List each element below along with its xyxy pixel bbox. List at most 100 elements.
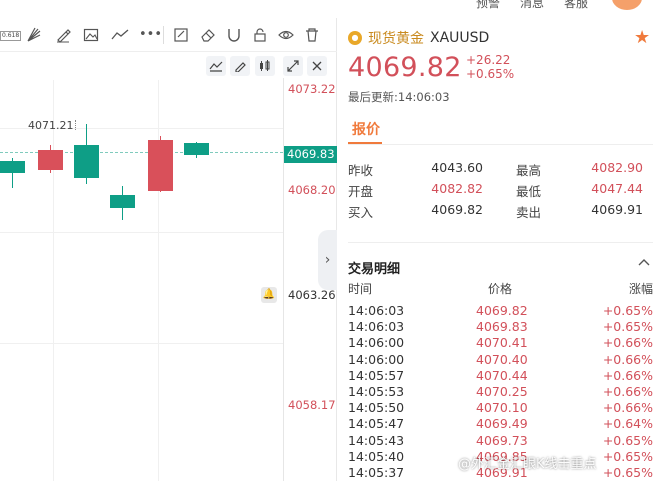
fan-tool-icon[interactable] (26, 27, 42, 43)
stat-row: 昨收 4043.60 最高 4082.90 (348, 158, 653, 179)
indicator-icon[interactable] (206, 56, 226, 76)
line-chart-icon[interactable] (111, 27, 129, 43)
last-price-tag: 4069.83 (284, 146, 337, 163)
trade-row: 14:06:03 4069.82 +0.65% (348, 303, 653, 319)
stat-label: 最高 (516, 163, 542, 178)
stat-label: 最低 (516, 184, 542, 199)
image-icon[interactable] (83, 27, 99, 43)
change-value: +26.22 (466, 53, 511, 67)
trade-chg: +0.65% (602, 319, 653, 335)
trades-header: 时间 价格 涨幅 (348, 280, 653, 296)
tab-divider (348, 144, 653, 145)
trade-row: 14:05:50 4070.10 +0.66% (348, 400, 653, 416)
axis-label-1: 4073.22 (288, 82, 336, 96)
trash-icon[interactable] (304, 27, 320, 43)
grid-line (0, 232, 283, 233)
trade-price: 4069.73 (476, 432, 528, 448)
trade-time: 14:06:00 (348, 335, 405, 351)
header-change: 涨幅 (628, 282, 653, 296)
trade-price: 4070.40 (476, 351, 528, 367)
trade-row: 14:06:03 4069.83 +0.65% (348, 319, 653, 335)
trade-time: 14:05:37 (348, 464, 405, 480)
trade-price: 4069.82 (476, 303, 528, 318)
grid-line (0, 343, 283, 344)
trade-chg: +0.66% (602, 400, 653, 416)
price-change: +26.22 +0.65% (466, 53, 514, 81)
fib-retracement-tool[interactable]: 0.618 (0, 31, 22, 41)
nav-item-forecast[interactable]: 预警 (476, 0, 500, 11)
trade-row: 14:05:43 4069.73 +0.65% (348, 433, 653, 449)
stat-value: 4082.82 (431, 181, 483, 196)
stat-value: 4069.82 (431, 202, 483, 217)
note-icon[interactable] (173, 27, 189, 43)
candle-type-icon[interactable] (255, 56, 275, 76)
candle-5-body (148, 140, 173, 191)
trade-time: 14:06:03 (348, 303, 405, 318)
trade-time: 14:06:00 (348, 351, 405, 367)
quote-stats: 昨收 4043.60 最高 4082.90 开盘 4082.82 最低 4047… (348, 158, 653, 221)
header-time: 时间 (348, 282, 373, 296)
tab-quote[interactable]: 报价 (352, 119, 380, 139)
trade-time: 14:05:40 (348, 448, 405, 464)
favorite-star-icon[interactable]: ★ (634, 27, 650, 48)
change-percent: +0.65% (466, 67, 515, 81)
trade-row: 14:05:47 4069.49 +0.64% (348, 416, 653, 432)
trade-chg: +0.66% (602, 351, 653, 367)
trade-chg: +0.64% (602, 416, 653, 432)
trade-chg: +0.65% (602, 303, 653, 318)
stat-value: 4069.91 (591, 202, 643, 217)
magnet-icon[interactable] (226, 27, 242, 43)
candle-2-body (38, 150, 63, 170)
draw-pen-icon[interactable] (230, 56, 250, 76)
collapse-chevron-up-icon[interactable] (638, 256, 650, 270)
trade-row: 14:06:00 4070.40 +0.66% (348, 352, 653, 368)
nav-item-news[interactable]: 消息 (520, 0, 544, 11)
trade-chg: +0.66% (602, 335, 653, 351)
trade-price: 4070.41 (476, 335, 528, 351)
trade-chg: +0.65% (602, 448, 653, 464)
expand-icon[interactable] (283, 56, 303, 76)
expand-panel-chevron-icon[interactable]: › (318, 230, 337, 290)
symbol-code: XAUUSD (430, 30, 490, 46)
header-price: 价格 (488, 282, 513, 296)
chart-panel: 0.618 ••• 4071.21 🔔 4073.22 4069.83 4068… (0, 18, 337, 481)
trade-price: 4069.49 (476, 416, 528, 432)
trades-title: 交易明细 (348, 262, 401, 277)
stat-value: 4082.90 (591, 160, 643, 175)
trade-chg: +0.66% (602, 383, 653, 399)
brush-icon[interactable] (55, 27, 71, 43)
nav-item-service[interactable]: 客服 (564, 0, 588, 11)
candle-3-body (74, 145, 99, 178)
axis-label-4: 4058.17 (288, 398, 336, 412)
more-icon[interactable]: ••• (139, 27, 162, 43)
lock-icon[interactable] (252, 27, 268, 43)
current-price: 4069.82 (348, 52, 462, 83)
stat-row: 开盘 4082.82 最低 4047.44 (348, 179, 653, 200)
close-icon[interactable] (307, 56, 327, 76)
trade-row: 14:06:00 4070.41 +0.66% (348, 335, 653, 351)
trade-price: 4070.44 (476, 367, 528, 383)
last-updated: 最后更新:14:06:03 (348, 90, 450, 104)
symbol-name: 现货黄金 (368, 31, 424, 47)
stat-label: 卖出 (516, 205, 542, 220)
stat-row: 买入 4069.82 卖出 4069.91 (348, 200, 653, 221)
trade-chg: +0.66% (602, 367, 653, 383)
stat-value: 4043.60 (431, 160, 483, 175)
avatar[interactable] (612, 0, 642, 10)
candle-6-body (184, 143, 209, 155)
trade-price: 4069.83 (476, 319, 528, 335)
eye-icon[interactable] (278, 27, 294, 43)
candle-4-body (110, 195, 135, 208)
eraser-icon[interactable] (200, 27, 216, 43)
trade-price: 4070.10 (476, 400, 528, 416)
gold-coin-icon: ● (348, 31, 362, 45)
trade-chg: +0.65% (602, 432, 653, 448)
candlestick-chart[interactable]: 4071.21 (0, 80, 283, 481)
axis-label-2: 4068.20 (288, 183, 336, 197)
alert-bell-icon[interactable]: 🔔 (261, 287, 277, 303)
toolbar-divider (163, 26, 164, 44)
stat-label: 昨收 (348, 163, 374, 178)
stat-label: 开盘 (348, 184, 374, 199)
symbol-header: ● 现货黄金 XAUUSD (348, 28, 489, 48)
watermark: @外汇金汇眼K线击重点 (458, 457, 597, 472)
